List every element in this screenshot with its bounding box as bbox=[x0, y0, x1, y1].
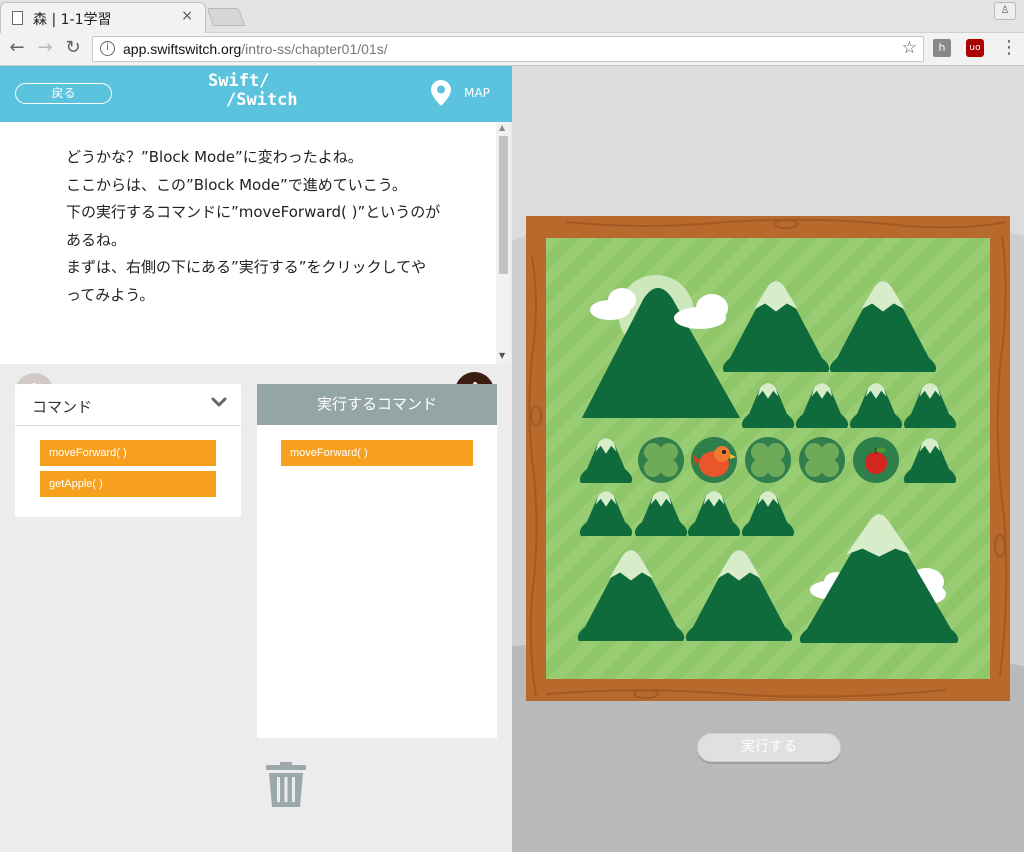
command-palette: コマンド moveForward( ) getApple( ) bbox=[15, 384, 241, 517]
queued-block-moveforward[interactable]: moveForward( ) bbox=[281, 440, 473, 466]
mountain-large bbox=[577, 550, 685, 641]
logo-line-2: /Switch bbox=[226, 90, 298, 110]
mountain-small bbox=[903, 383, 957, 428]
mountain-small bbox=[579, 491, 633, 536]
run-command-list: 実行するコマンド moveForward( ) bbox=[257, 384, 497, 738]
forward-arrow-icon[interactable]: → bbox=[34, 37, 56, 58]
ublock-extension-icon[interactable]: uo bbox=[966, 39, 984, 57]
mountain-small bbox=[634, 491, 688, 536]
command-block-moveforward[interactable]: moveForward( ) bbox=[40, 440, 216, 466]
mountain-large bbox=[829, 281, 937, 372]
reload-icon[interactable]: ↻ bbox=[62, 37, 84, 58]
run-command-list-title: 実行するコマンド bbox=[257, 384, 497, 425]
browser-menu-icon[interactable]: ⋮ bbox=[1000, 37, 1018, 58]
new-tab-button[interactable] bbox=[206, 8, 246, 26]
mountain-large bbox=[722, 281, 830, 372]
trash-icon[interactable] bbox=[265, 762, 307, 808]
mountain-small bbox=[741, 491, 795, 536]
story-scroll-thumb[interactable] bbox=[499, 136, 508, 274]
url-host: app.swiftswitch.org bbox=[123, 41, 242, 57]
logo-line-1: Swift/ bbox=[208, 71, 270, 91]
bush-tile bbox=[799, 437, 845, 483]
bookmark-star-icon[interactable]: ☆ bbox=[902, 38, 917, 58]
game-pane: 実行する bbox=[512, 66, 1024, 852]
story-line: ってみよう。 bbox=[66, 285, 155, 304]
browser-tab-bar: 森 | 1-1学習 × ♙ bbox=[0, 0, 1024, 33]
tab-close-icon[interactable]: × bbox=[181, 8, 193, 24]
mountain-small bbox=[903, 438, 957, 483]
browser-toolbar: ← → ↻ i app.swiftswitch.org/intro-ss/cha… bbox=[0, 33, 1024, 66]
bush-tile bbox=[745, 437, 791, 483]
story-panel: どうかな？”Block Mode”に変わったよね。 ここからは、この”Block… bbox=[0, 122, 510, 412]
mountain-small bbox=[741, 383, 795, 428]
mountain-small bbox=[687, 491, 741, 536]
scroll-down-icon[interactable]: ▼ bbox=[499, 351, 505, 360]
swift-switch-logo[interactable]: Swift/ /Switch bbox=[208, 72, 298, 110]
chevron-down-icon[interactable] bbox=[211, 394, 227, 410]
back-arrow-icon[interactable]: ← bbox=[6, 37, 28, 58]
mountain-huge bbox=[799, 514, 959, 643]
mountain-large bbox=[685, 550, 793, 641]
board-tiles bbox=[577, 281, 959, 643]
story-line: ここからは、この”Block Mode”で進めていこう。 bbox=[66, 175, 407, 194]
extension-icon[interactable]: h bbox=[933, 39, 951, 57]
story-line: どうかな？”Block Mode”に変わったよね。 bbox=[66, 148, 363, 166]
command-palette-title: コマンド bbox=[32, 398, 93, 416]
map-link[interactable]: MAP bbox=[464, 86, 490, 100]
bird-character bbox=[691, 437, 737, 483]
page-icon bbox=[12, 11, 23, 25]
browser-tab[interactable]: 森 | 1-1学習 × bbox=[0, 2, 206, 33]
mountain-small bbox=[579, 438, 633, 483]
lesson-pane: 戻る Swift/ /Switch MAP どうかな？”Block Mode”に… bbox=[0, 66, 512, 852]
story-line: あるね。 bbox=[66, 230, 127, 249]
run-button[interactable]: 実行する bbox=[697, 733, 841, 762]
url-text[interactable]: app.swiftswitch.org/intro-ss/chapter01/0… bbox=[123, 41, 388, 57]
scroll-up-icon[interactable]: ▲ bbox=[499, 123, 505, 132]
bush-tile bbox=[638, 437, 684, 483]
story-line: 下の実行するコマンドに”moveForward( )”というのが bbox=[66, 203, 441, 221]
address-bar[interactable]: i app.swiftswitch.org/intro-ss/chapter01… bbox=[92, 36, 924, 62]
story-line: まずは、右側の下にある”実行する”をクリックしてや bbox=[66, 258, 427, 276]
command-block-getapple[interactable]: getApple( ) bbox=[40, 471, 216, 497]
mountain-small bbox=[795, 383, 849, 428]
mountain-small bbox=[849, 383, 903, 428]
info-icon[interactable]: i bbox=[100, 41, 115, 56]
map-pin-icon[interactable] bbox=[431, 80, 451, 106]
app-header: 戻る Swift/ /Switch MAP bbox=[0, 66, 512, 122]
back-button[interactable]: 戻る bbox=[15, 83, 112, 104]
apple-item bbox=[853, 437, 899, 483]
profile-icon[interactable]: ♙ bbox=[994, 2, 1016, 20]
divider bbox=[15, 425, 241, 426]
tab-title: 森 | 1-1学習 bbox=[33, 12, 112, 28]
story-text: どうかな？”Block Mode”に変わったよね。 ここからは、この”Block… bbox=[66, 144, 486, 309]
url-path: /intro-ss/chapter01/01s/ bbox=[241, 41, 388, 57]
